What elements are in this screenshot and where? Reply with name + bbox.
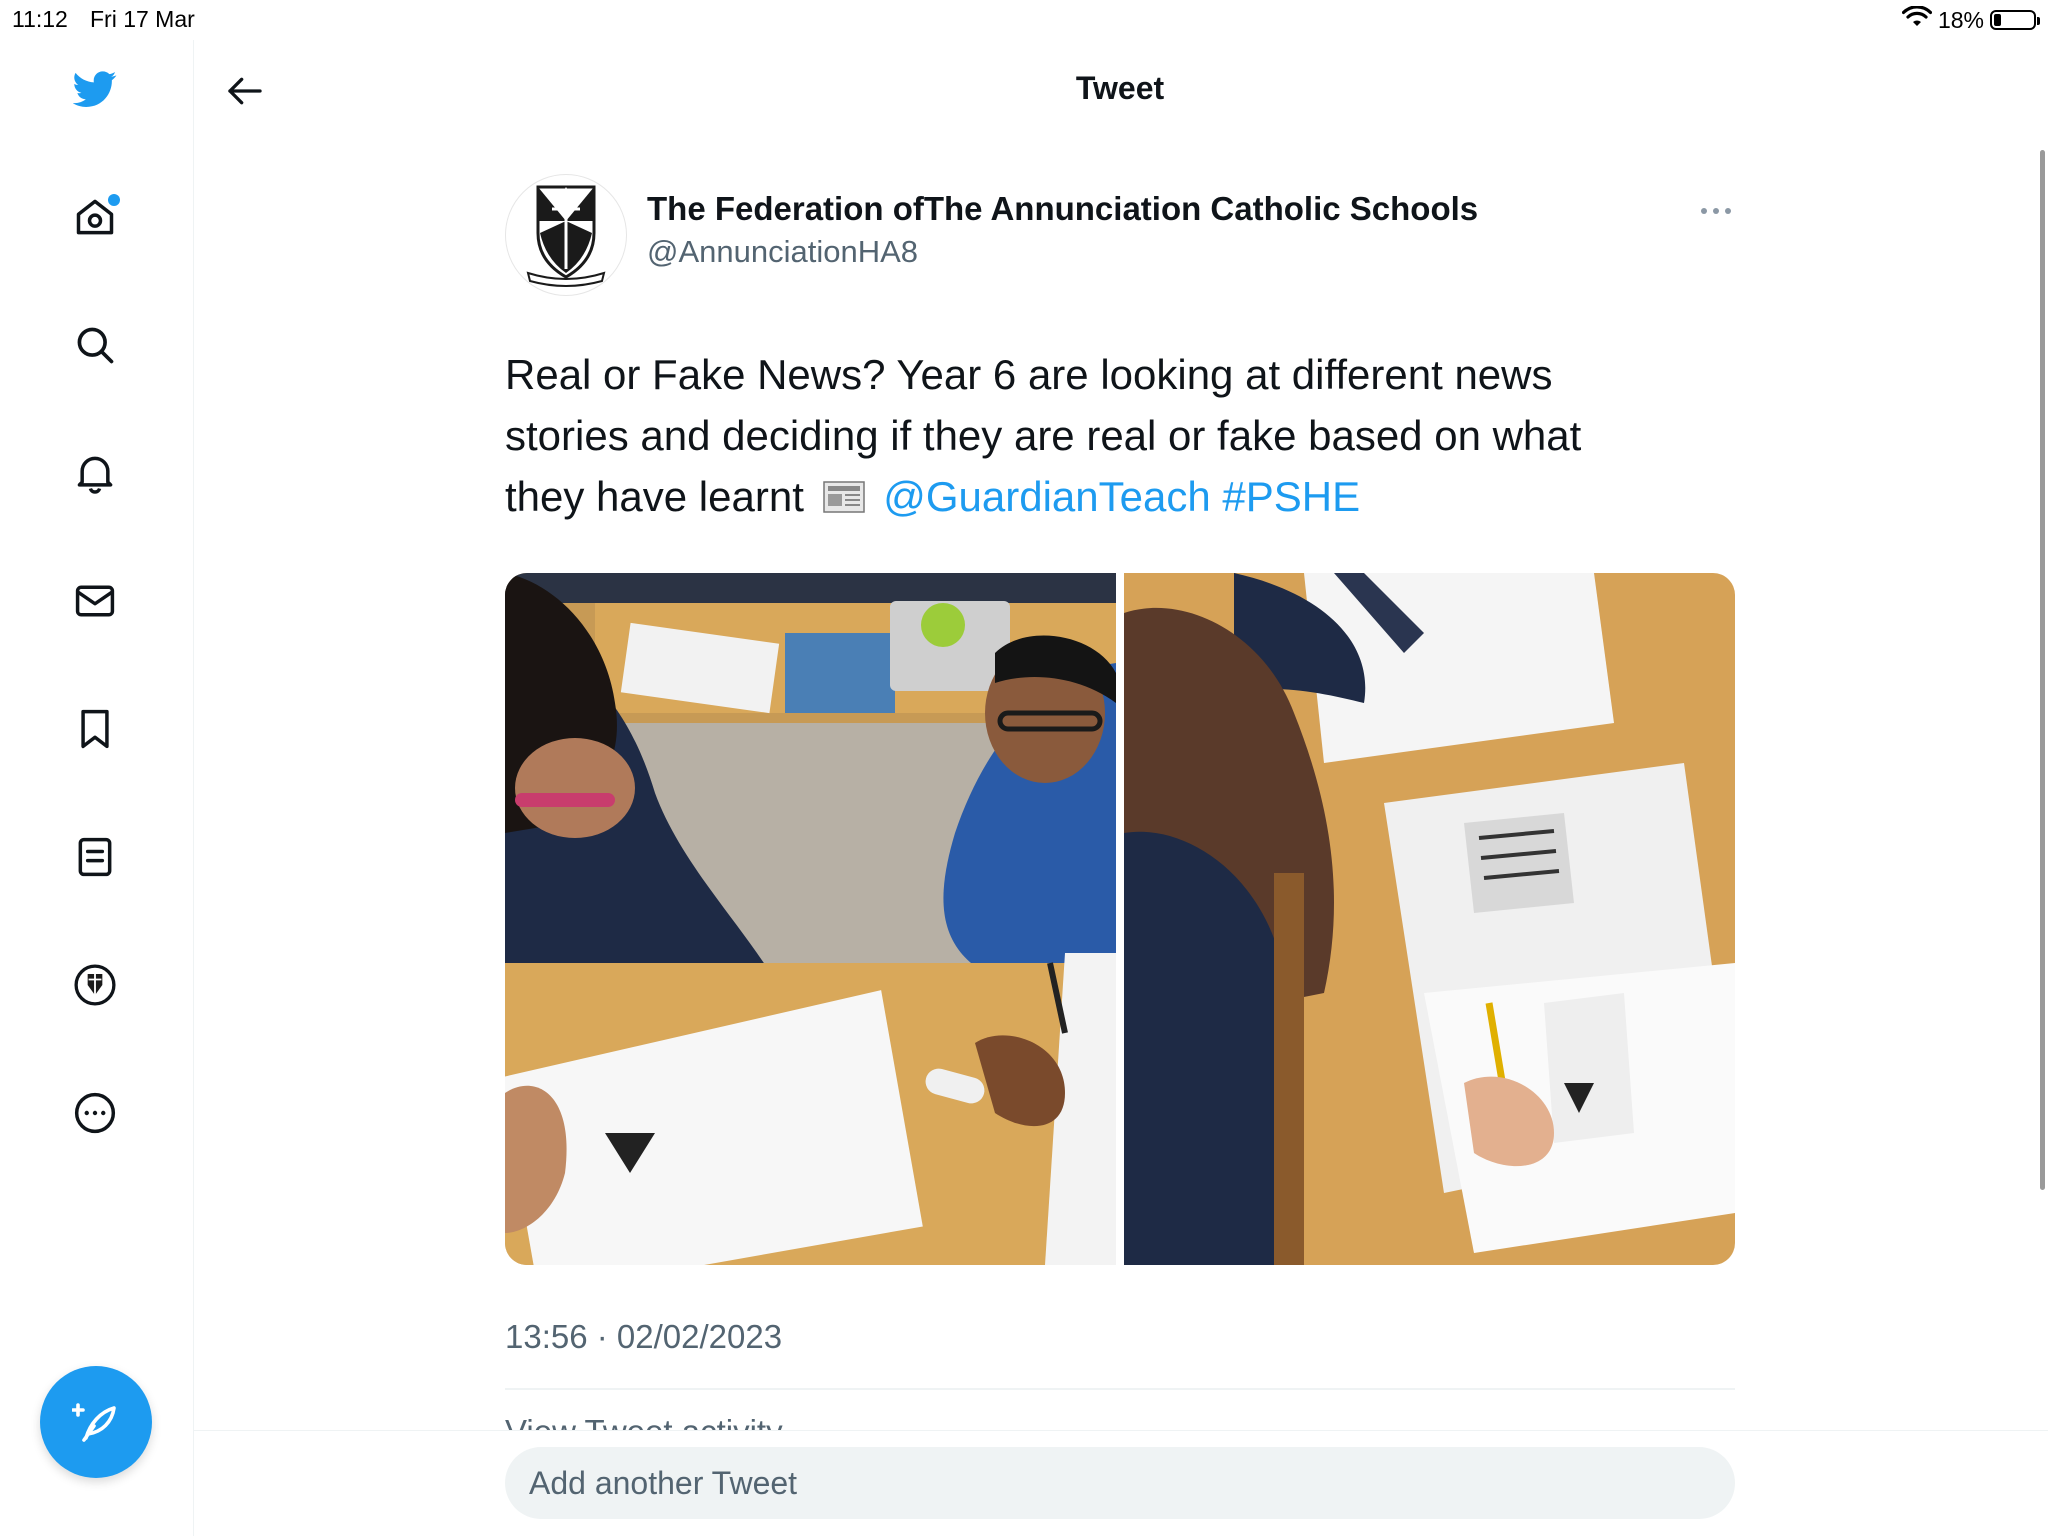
tweet-text-line: stories and deciding if they are real or… (505, 412, 1582, 459)
author-display-name[interactable]: The Federation ofThe Annunciation Cathol… (647, 190, 1478, 228)
status-date: Fri 17 Mar (90, 6, 195, 32)
page-title: Tweet (1075, 70, 1165, 106)
author-avatar[interactable] (505, 174, 627, 296)
divider (505, 1388, 1735, 1390)
view-tweet-activity-link[interactable]: View Tweet activity (505, 1412, 905, 1430)
tweet-text-line: they have learnt @GuardianTeach #PSHE (505, 466, 1745, 527)
tweet-media (505, 573, 1735, 1265)
tweet-detail-screen: 11:12 Fri 17 Mar 18% Tweet The Federatio… (0, 0, 2048, 1536)
tweet-text: Real or Fake News? Year 6 are looking at… (505, 344, 1745, 527)
tweet-text-line: Real or Fake News? Year 6 are looking at… (505, 351, 1553, 398)
back-button[interactable] (220, 66, 270, 116)
battery-percent: 18% (1937, 6, 1984, 33)
sidebar-nav (0, 40, 194, 1536)
compose-feather-icon (72, 1403, 116, 1442)
list-icon[interactable] (70, 832, 120, 882)
tweet-text-segment: they have learnt (505, 473, 804, 520)
status-indicators: 18% (1901, 5, 2040, 34)
activity-label: View Tweet activity (505, 1413, 783, 1430)
author-handle[interactable]: @AnnunciationHA8 (647, 234, 918, 270)
arrow-left-icon (228, 77, 262, 105)
add-another-tweet-input[interactable] (505, 1447, 1735, 1519)
scrollbar[interactable] (2040, 150, 2045, 1190)
wifi-icon (1901, 5, 1933, 34)
hashtag-link[interactable]: #PSHE (1222, 473, 1360, 520)
bookmark-icon[interactable] (70, 704, 120, 754)
home-icon[interactable] (70, 192, 120, 242)
tweet-photo-2[interactable] (1124, 573, 1735, 1265)
battery-fill (1994, 14, 2001, 26)
twitter-bird-icon[interactable] (70, 64, 120, 114)
more-circle-icon[interactable] (70, 1088, 120, 1138)
search-icon[interactable] (70, 320, 120, 370)
status-time: 11:12 (12, 6, 68, 32)
mention-link[interactable]: @GuardianTeach (883, 473, 1211, 520)
home-notification-dot (108, 194, 120, 206)
tweet-more-options-button[interactable] (1696, 196, 1736, 226)
battery-icon (1990, 10, 2040, 30)
school-crest-icon (526, 185, 606, 287)
compose-tweet-button[interactable] (40, 1366, 152, 1478)
bell-icon[interactable] (70, 448, 120, 498)
tweet-timestamp[interactable]: 13:56 · 02/02/2023 (505, 1318, 782, 1356)
tweet-photo-1[interactable] (505, 573, 1116, 1265)
newspaper-emoji-icon (822, 470, 866, 513)
envelope-icon[interactable] (70, 576, 120, 626)
profile-avatar-icon[interactable] (70, 960, 120, 1010)
ellipsis-icon (1701, 208, 1731, 214)
